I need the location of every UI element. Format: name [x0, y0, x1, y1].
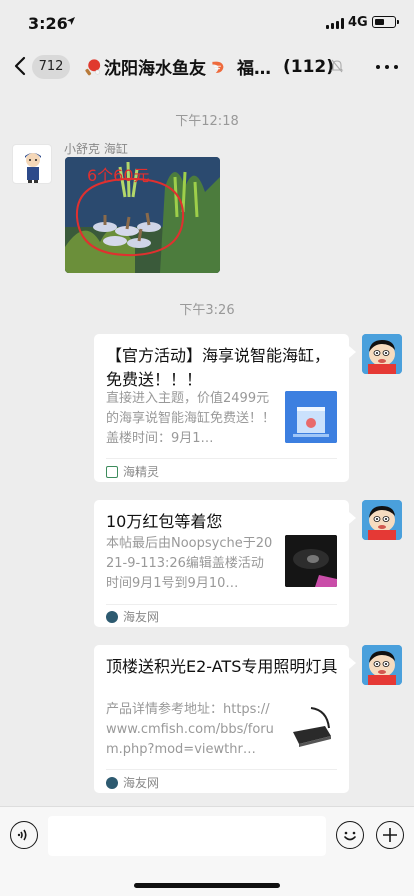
- card-source: 海友网: [106, 608, 159, 625]
- mute-bell-icon: [330, 59, 344, 73]
- card-divider: [106, 458, 337, 459]
- voice-input-icon[interactable]: [10, 821, 38, 849]
- status-time: 3:26: [28, 14, 68, 33]
- card-thumbnail: [285, 391, 337, 443]
- self-avatar-icon: [362, 500, 402, 540]
- bubble-tail: [349, 512, 356, 524]
- card-source: 海精灵: [106, 463, 159, 480]
- chat-title[interactable]: 沈阳海水鱼友 福… (112): [84, 54, 334, 79]
- sender-name: 小舒克 海缸: [64, 142, 128, 156]
- light-fixture-thumbnail: [285, 702, 337, 754]
- photo-caption: 6个60元: [87, 166, 150, 185]
- lamp-thumbnail: [285, 535, 337, 587]
- site-source-icon: [106, 610, 118, 623]
- card-title: 10万红包等着您: [106, 512, 223, 531]
- card-description: 产品详情参考地址：https://www.cmfish.com/bbs/foru…: [106, 702, 274, 757]
- card-source-label: 海友网: [123, 776, 160, 790]
- timestamp: 下午3:26: [179, 303, 235, 318]
- member-count: (112): [282, 56, 334, 77]
- card-title: 【官方活动】海享说智能海缸，免费送！！！: [106, 346, 331, 389]
- card-source-label: 海精灵: [123, 465, 160, 479]
- emoji-icon[interactable]: [336, 821, 364, 849]
- card-thumbnail: [285, 535, 337, 587]
- coral-image: 6个60元: [65, 157, 220, 273]
- unread-count-badge[interactable]: 712: [32, 55, 70, 79]
- more-options-icon[interactable]: [376, 65, 398, 71]
- ping-pong-icon: [85, 58, 101, 75]
- aquarium-thumbnail: [285, 391, 337, 443]
- avatar[interactable]: [362, 645, 402, 685]
- shrimp-icon: [212, 61, 224, 73]
- app-source-icon: [106, 465, 118, 478]
- self-avatar-icon: [362, 334, 402, 374]
- signal-icon: [326, 18, 344, 29]
- status-bar: 3:26 4G: [0, 0, 414, 44]
- site-source-icon: [106, 776, 118, 789]
- card-divider: [106, 769, 337, 770]
- self-avatar-icon: [362, 645, 402, 685]
- card-divider: [106, 604, 337, 605]
- home-indicator: [134, 883, 280, 888]
- coral-photo[interactable]: 6个60元: [65, 157, 220, 273]
- chat-title-suffix: 福…: [236, 59, 271, 79]
- back-chevron-icon[interactable]: [14, 56, 26, 76]
- add-attachment-icon[interactable]: [376, 821, 404, 849]
- battery-icon: [372, 16, 399, 28]
- card-description: 直接进入主题，价值2499元的海享说智能海缸免费送！！ 盖楼时间：9月1…: [106, 391, 276, 446]
- link-card[interactable]: 10万红包等着您 本帖最后由Noopsyche于2021-9-113:26编辑盖…: [94, 500, 349, 627]
- card-title: 顶楼送积光E2-ATS专用照明灯具: [106, 657, 338, 676]
- message-input[interactable]: [48, 816, 326, 856]
- card-thumbnail: [285, 702, 337, 754]
- location-arrow-icon: [67, 17, 75, 25]
- bubble-tail: [349, 346, 356, 358]
- sender-avatar-icon: [25, 153, 41, 183]
- network-type: 4G: [348, 15, 368, 30]
- bubble-tail: [349, 657, 356, 669]
- avatar[interactable]: [362, 500, 402, 540]
- chat-title-text: 沈阳海水鱼友: [103, 59, 206, 79]
- link-card[interactable]: 【官方活动】海享说智能海缸，免费送！！！ 直接进入主题，价值2499元的海享说智…: [94, 334, 349, 482]
- link-card[interactable]: 顶楼送积光E2-ATS专用照明灯具 产品详情参考地址：https://www.c…: [94, 645, 349, 793]
- avatar[interactable]: [362, 334, 402, 374]
- card-source-label: 海友网: [123, 610, 160, 624]
- input-bar: [0, 806, 414, 896]
- avatar[interactable]: [12, 144, 52, 184]
- card-description: 本帖最后由Noopsyche于2021-9-113:26编辑盖楼活动时间9月1号…: [106, 536, 273, 591]
- chat-header: 712 沈阳海水鱼友 福… (112): [0, 44, 414, 90]
- timestamp: 下午12:18: [175, 114, 239, 129]
- card-source: 海友网: [106, 774, 159, 791]
